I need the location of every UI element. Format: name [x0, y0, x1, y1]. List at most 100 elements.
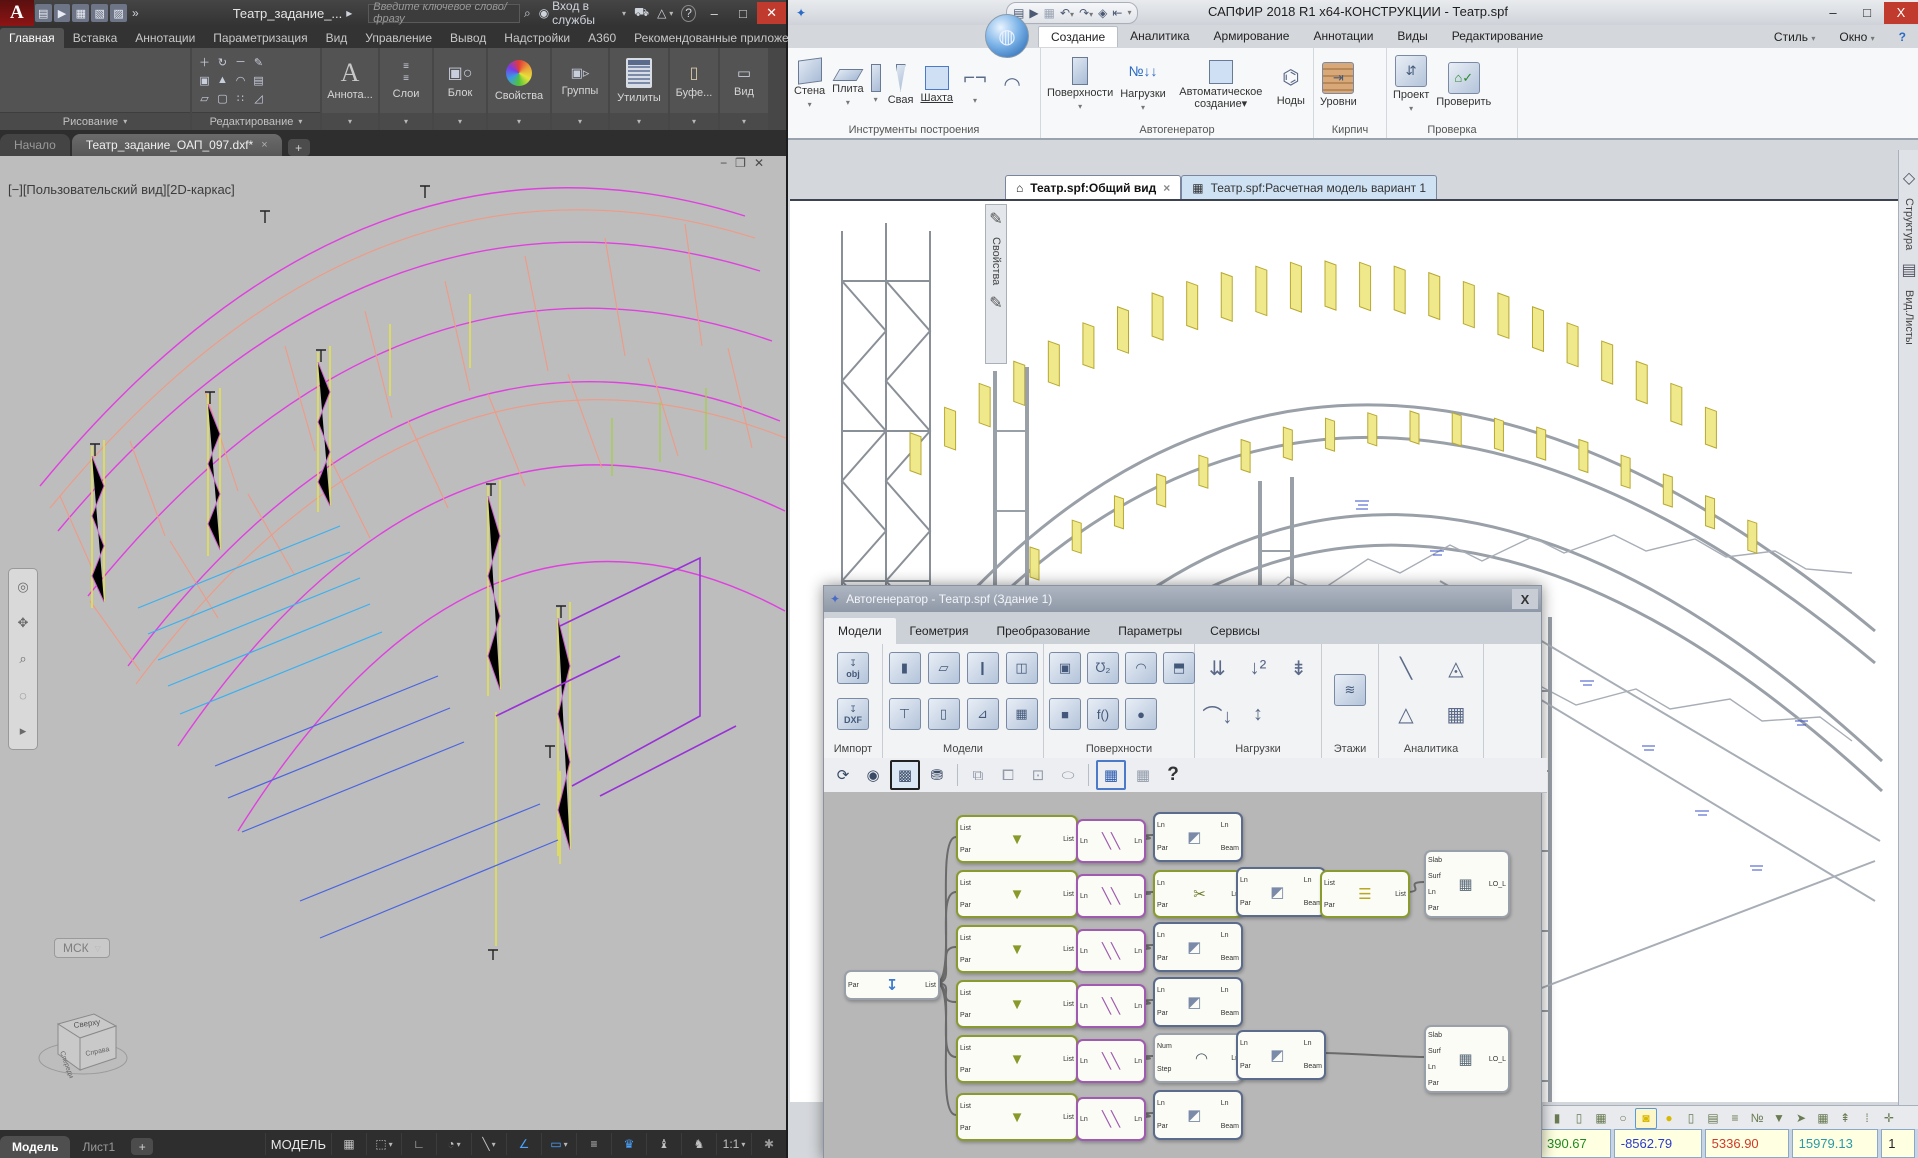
pan-icon[interactable]: ✥	[18, 615, 29, 631]
full-nav-wheel-icon[interactable]: ◎	[17, 579, 28, 595]
print-icon[interactable]: ▨	[110, 4, 127, 22]
area-load-icon[interactable]: ⇟	[1284, 653, 1314, 683]
surfaces-button[interactable]: Поверхности▾	[1047, 57, 1113, 113]
port-in-Par[interactable]: Par	[1428, 904, 1442, 913]
panel-properties[interactable]: Свойства ▾	[488, 48, 550, 130]
port-in-Step[interactable]: Step	[1157, 1065, 1172, 1074]
plate-model-icon[interactable]: ⊿	[967, 698, 999, 730]
port-out-Ln[interactable]: Ln	[1304, 1039, 1322, 1048]
panel-block[interactable]: ▣○Блок ▾	[434, 48, 486, 130]
maximize-button[interactable]: □	[1850, 2, 1884, 24]
port-out-Ln[interactable]: Ln	[1134, 1115, 1142, 1124]
solid-surface-icon[interactable]: ■	[1049, 698, 1081, 730]
database-export-icon[interactable]: ⛃	[924, 762, 950, 788]
port-in-Par[interactable]: Par	[960, 956, 971, 965]
port-in-Slab[interactable]: Slab	[1428, 1031, 1442, 1040]
layers-bulb-icon[interactable]: ▤	[1703, 1109, 1723, 1128]
port-in-Ln[interactable]: Ln	[1080, 892, 1088, 901]
collapse-icon[interactable]: ⇞	[1835, 1109, 1855, 1128]
compass-icon[interactable]: ◈	[1098, 6, 1107, 20]
funnel-icon[interactable]: ▼	[1769, 1109, 1789, 1128]
port-in-List[interactable]: List	[960, 989, 971, 998]
port-in-List[interactable]: List	[1324, 879, 1335, 888]
graph-node-lines[interactable]: Ln╲╲Ln	[1076, 984, 1146, 1028]
edit-pencil-icon[interactable]: ✎	[989, 293, 1002, 313]
file-tab-1[interactable]: Театр_задание_ОАП_097.dxf*×	[72, 134, 282, 156]
close-doc-tab-icon[interactable]: ×	[1163, 181, 1170, 195]
graph-node-big[interactable]: SlabSurfLnPar▦LO_L	[1424, 850, 1510, 918]
port-in-Ln[interactable]: Ln	[1428, 888, 1442, 897]
port-in-Ln[interactable]: Ln	[1080, 1115, 1088, 1124]
project-button[interactable]: ⇵Проект▾	[1393, 55, 1429, 115]
open-file-icon[interactable]: ▶	[1029, 6, 1038, 20]
layout-grid-active-icon[interactable]: ▦	[1096, 760, 1126, 790]
port-in-Ln[interactable]: Ln	[1157, 821, 1168, 830]
panel-view[interactable]: ▭Вид ▾	[720, 48, 768, 130]
graph-node-beam[interactable]: LnPar◩LnBeam	[1153, 977, 1243, 1027]
close-button[interactable]: ✕	[757, 2, 786, 24]
window-model-icon[interactable]: ▦	[1006, 698, 1038, 730]
image-view-icon[interactable]: ▩	[890, 760, 920, 790]
sapfir-quick-access[interactable]: ▤ ▶ ▦ ↶▾ ↷▾ ◈ ⇤ ▾	[1006, 2, 1138, 24]
ribbon-tab-3[interactable]: Параметризация	[204, 28, 316, 48]
port-out-List[interactable]: List	[1063, 1055, 1074, 1064]
node-graph-canvas[interactable]: Par↧ListListPar▼ListLn╲╲LnLnPar◩LnBeamLi…	[824, 792, 1541, 1158]
port-in-Par[interactable]: Par	[1324, 901, 1335, 910]
bulb-on-icon[interactable]: ●	[1659, 1109, 1679, 1128]
lineweight-icon[interactable]: ≡	[576, 1133, 611, 1155]
scale-value[interactable]: 1:1▾	[716, 1133, 751, 1155]
door-model-icon[interactable]: ◫	[1006, 652, 1038, 684]
panel-modify-label[interactable]: Редактирование▾	[192, 112, 320, 130]
frame-eye-icon[interactable]: ⊡	[1025, 762, 1051, 788]
graph-node-beam[interactable]: LnPar◩LnBeam	[1153, 922, 1243, 972]
stretch-icon[interactable]: ▱	[196, 90, 213, 107]
wall-button[interactable]: Стена▾	[794, 59, 825, 111]
osnap-icon[interactable]: ∠	[506, 1133, 541, 1155]
help-icon[interactable]: ?	[1887, 27, 1918, 47]
autoscale-icon[interactable]: ♝	[646, 1133, 681, 1155]
model-space-label[interactable]: МОДЕЛЬ	[265, 1133, 331, 1155]
autogenerator-titlebar[interactable]: ✦ Автогенератор - Театр.spf (Здание 1) X	[824, 586, 1541, 612]
panel-layers[interactable]: ≡≡Слои ▾	[380, 48, 432, 130]
import-obj-icon[interactable]: ↧obj	[837, 652, 869, 684]
arc-load-icon[interactable]: ⌒↓	[1202, 699, 1232, 729]
axis-load-icon[interactable]: ↕	[1243, 699, 1273, 729]
port-in-List[interactable]: List	[960, 1102, 971, 1111]
cursor-filter-icon[interactable]: ➤	[1791, 1109, 1811, 1128]
move-cross-icon[interactable]: ✛	[1879, 1109, 1899, 1128]
port-out-Beam[interactable]: Beam	[1221, 1122, 1239, 1131]
minimize-button[interactable]: –	[700, 2, 729, 24]
stairs-button[interactable]: ⌐¬▾	[960, 63, 990, 107]
port-in-Ln[interactable]: Ln	[1240, 1039, 1251, 1048]
search-input[interactable]: Введите ключевое слово/фразу	[368, 4, 520, 23]
page-bulb-icon[interactable]: ▯	[1681, 1109, 1701, 1128]
copy-icon[interactable]: ▣	[196, 72, 213, 89]
isodraft-icon[interactable]: ╲▾	[471, 1133, 506, 1155]
port-out-LO_L[interactable]: LO_L	[1489, 1055, 1506, 1064]
mesh-icon[interactable]: ▦	[1441, 699, 1471, 729]
help-icon[interactable]: ?	[681, 5, 696, 22]
steering-icon[interactable]: ▸	[20, 723, 27, 739]
graph-node-beam[interactable]: LnPar◩LnBeam	[1153, 812, 1243, 862]
graph-node-filter[interactable]: ListPar▼List	[956, 1035, 1078, 1083]
qat-dropdown-icon[interactable]: ▾	[1127, 8, 1131, 17]
port-out-List[interactable]: List	[1063, 945, 1074, 954]
trim-icon[interactable]: ─	[232, 54, 249, 71]
zoom-icon[interactable]: ⌕	[19, 651, 26, 667]
port-in-Par[interactable]: Par	[848, 981, 859, 990]
port-in-Ln[interactable]: Ln	[1157, 1099, 1168, 1108]
panel-utilities[interactable]: Утилиты ▾	[610, 48, 668, 130]
port-in-List[interactable]: List	[960, 824, 971, 833]
port-in-Par[interactable]: Par	[960, 1011, 971, 1020]
signin-button[interactable]: ◉Вход в службы▾	[539, 0, 626, 27]
port-out-List[interactable]: List	[1063, 1113, 1074, 1122]
panel-groups[interactable]: ▣▹Группы ▾	[552, 48, 608, 130]
autocad-drawing-canvas[interactable]: [−][Пользовательский вид][2D-каркас] −❐✕…	[0, 156, 786, 1130]
graph-node-filter[interactable]: ListPar▼List	[956, 815, 1078, 863]
edit-pencil-icon[interactable]: ✎	[989, 209, 1002, 229]
snap-icon[interactable]: ⬚▾	[366, 1133, 401, 1155]
port-out-LO_L[interactable]: LO_L	[1489, 880, 1506, 889]
move-icon[interactable]: ＋	[196, 54, 213, 71]
window-menu[interactable]: Окно ▾	[1827, 27, 1886, 47]
extrude-icon[interactable]: ⬒	[1163, 652, 1195, 684]
